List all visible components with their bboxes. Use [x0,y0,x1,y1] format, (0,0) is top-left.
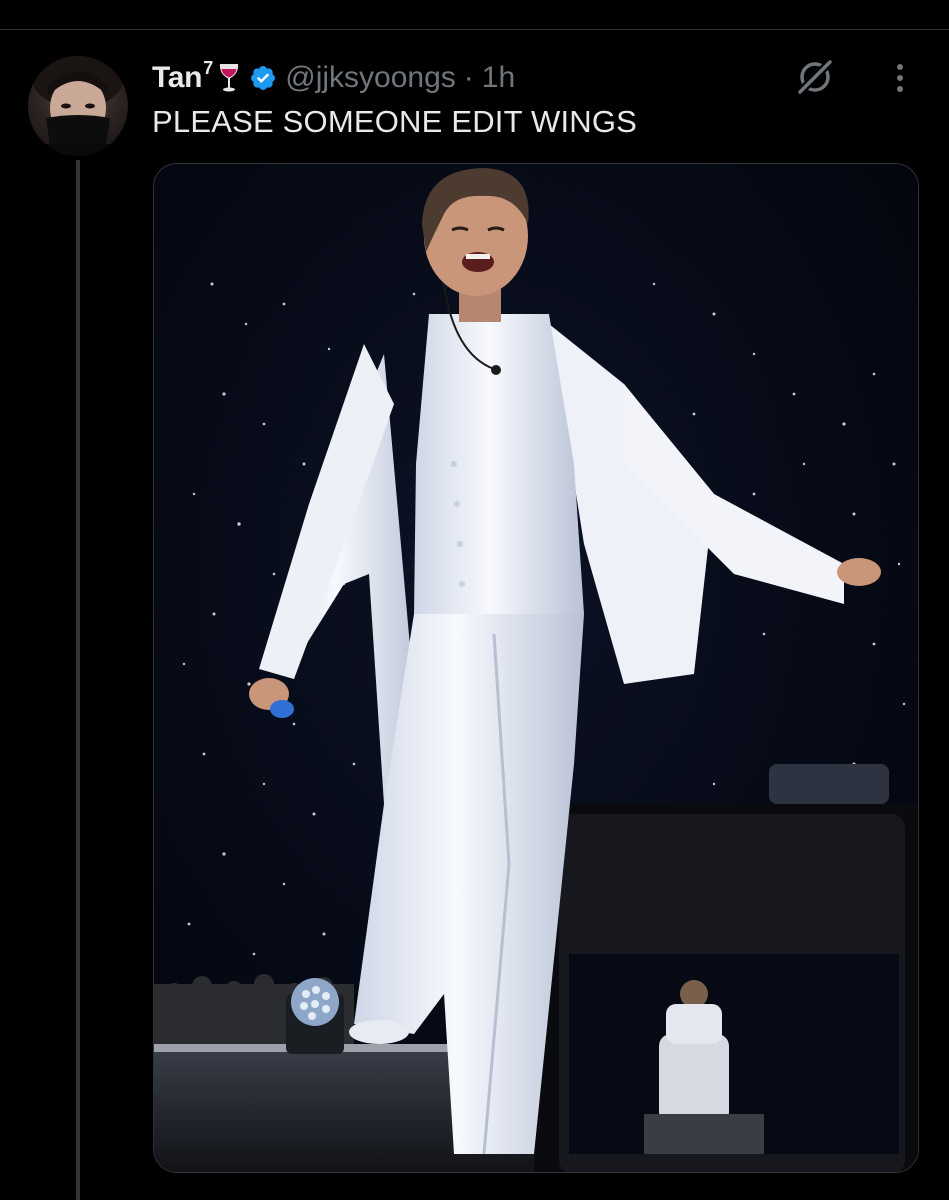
tweet-header: Tan 7 @jjksyoongs · 1h [152,58,515,98]
separator-dot: · [463,61,474,94]
display-name[interactable]: Tan [152,61,203,95]
top-divider [0,0,949,30]
tweet-photo[interactable] [153,163,919,1173]
wine-glass-icon [217,62,241,94]
timestamp[interactable]: 1h [482,61,515,95]
thread-line [76,160,80,1200]
avatar[interactable] [28,56,128,156]
display-name-superscript: 7 [203,57,214,78]
tweet-text: PLEASE SOMEONE EDIT WINGS [152,104,638,139]
author-handle[interactable]: @jjksyoongs [285,61,456,95]
more-options-icon[interactable] [884,58,916,98]
verified-badge-icon[interactable] [249,64,277,92]
grok-icon[interactable] [794,56,836,98]
